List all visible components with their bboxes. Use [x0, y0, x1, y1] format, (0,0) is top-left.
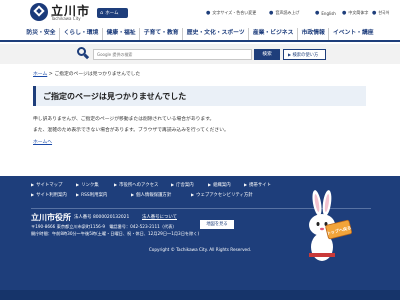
footer-link-label: 個人情報保護方針 — [136, 193, 172, 198]
footer-link-label: 携帯サイト — [249, 183, 272, 188]
nav-item-cityinfo[interactable]: 市政情報 — [298, 28, 330, 40]
error-message-2: また、混雑のため表示できない場合があります。ブラウザで再読み込みを行ってください… — [33, 128, 229, 133]
nav-item-health[interactable]: 健康・福祉 — [103, 28, 141, 40]
chevron-right-icon: ▶ — [31, 192, 35, 197]
chevron-right-icon: ▶ — [244, 182, 248, 187]
chevron-right-icon: ▶ — [76, 192, 80, 197]
footer-link-label: リンク集 — [81, 183, 99, 188]
bullet-icon: ● — [269, 10, 274, 16]
search-howto-button[interactable]: ▶ 検索の使い方 — [283, 49, 326, 60]
chevron-right-icon: ▶ — [131, 192, 135, 197]
footer-link-links[interactable]: ▶ リンク集 — [76, 182, 99, 188]
footer-link-usage[interactable]: ▶ サイト利用案内 — [31, 192, 67, 198]
header-link-label: 文字サイズ・色合い変更 — [212, 10, 257, 15]
global-nav: 防災・安全 くらし・環境 健康・福祉 子育て・教育 歴史・文化・スポーツ 産業・… — [0, 28, 400, 42]
search-howto-label: 検索の使い方 — [292, 53, 319, 58]
footer-link-label: サイトマップ — [36, 183, 63, 188]
city-emblem-icon[interactable] — [30, 3, 48, 21]
footer-link-accessibility[interactable]: ▶ ウェブアクセシビリティ方針 — [191, 192, 253, 198]
bullet-icon: ● — [372, 10, 377, 16]
chevron-right-icon: ▶ — [191, 192, 195, 197]
bullet-icon: ● — [206, 10, 211, 16]
mascot-back-to-top-icon[interactable]: トップへ戻る — [293, 189, 353, 267]
nav-item-childcare[interactable]: 子育て・教育 — [140, 28, 184, 40]
search-bar: 検索 ▶ 検索の使い方 — [0, 44, 400, 64]
breadcrumb-current: ご指定のページは見つかりませんでした — [54, 72, 141, 77]
error-message-1: 申し訳ありませんが、ご指定のページが移動または削除されている場合があります。 — [33, 117, 215, 122]
footer-link-label: 庁舎案内 — [176, 183, 194, 188]
footer-link-sitemap[interactable]: ▶ サイトマップ — [31, 182, 62, 188]
search-icon — [77, 47, 90, 60]
bullet-icon: ● — [342, 10, 347, 16]
site-footer: ▶ サイトマップ ▶ リンク集 ▶ 市役所へのアクセス ▶ 庁舎案内 ▶ 組織案内 ▶ 携帯… — [0, 176, 400, 290]
header-link-english[interactable]: ● English — [315, 10, 336, 16]
chevron-right-icon: ▶ — [31, 182, 35, 187]
footer-link-rss[interactable]: ▶ RSS利用案内 — [76, 192, 107, 198]
home-icon: ⌂ — [100, 10, 104, 16]
site-name-en: Tachikawa City — [51, 16, 81, 21]
footer-bottom-bar — [0, 290, 400, 300]
home-button-label: ホーム — [105, 11, 119, 16]
home-link[interactable]: ホームへ — [33, 138, 52, 145]
corporate-number: 法人番号 8000020132021 — [74, 215, 130, 220]
home-button[interactable]: ⌂ ホーム — [97, 8, 128, 18]
footer-link-privacy[interactable]: ▶ 個人情報保護方針 — [131, 192, 171, 198]
nav-item-safety[interactable]: 防災・安全 — [23, 28, 61, 40]
site-header: 立川市 Tachikawa City ⌂ ホーム ● 文字サイズ・色合い変更 ●… — [0, 0, 400, 26]
header-link-label: 中文简体字 — [348, 10, 369, 15]
chevron-right-icon: ▶ — [76, 182, 80, 187]
footer-link-organization[interactable]: ▶ 組織案内 — [208, 182, 231, 188]
nav-item-business[interactable]: 産業・ビジネス — [249, 28, 298, 40]
nav-item-culture[interactable]: 歴史・文化・スポーツ — [183, 28, 250, 40]
footer-link-label: サイト利用案内 — [36, 193, 67, 198]
header-link-label: 音声読み上げ — [275, 10, 300, 15]
copyright: Copyright © Tachikawa City. All Rights R… — [148, 247, 252, 252]
footer-link-label: ウェブアクセシビリティ方針 — [196, 193, 253, 198]
breadcrumb-home-link[interactable]: ホーム — [33, 72, 47, 77]
search-button[interactable]: 検索 — [254, 49, 280, 60]
chevron-right-icon: ▶ — [208, 182, 212, 187]
footer-link-access[interactable]: ▶ 市役所へのアクセス — [114, 182, 158, 188]
corporate-number-link[interactable]: 法人番号について — [142, 214, 177, 220]
header-link-voice[interactable]: ● 音声読み上げ — [269, 10, 299, 16]
nav-item-events[interactable]: イベント・講座 — [329, 28, 377, 40]
header-link-korean[interactable]: ● 한국어 — [372, 10, 389, 16]
footer-link-building[interactable]: ▶ 庁舎案内 — [171, 182, 194, 188]
chevron-right-icon: ▶ — [114, 182, 118, 187]
chevron-right-icon: ▶ — [288, 52, 292, 57]
office-name: 立川市役所 — [31, 213, 71, 222]
page-title: ご指定のページは見つかりませんでした — [43, 92, 187, 101]
header-link-text-size[interactable]: ● 文字サイズ・色合い変更 — [206, 10, 256, 16]
breadcrumb: ホーム > ご指定のページは見つかりませんでした — [33, 70, 140, 77]
nav-item-living[interactable]: くらし・環境 — [60, 28, 103, 40]
page-title-box: ご指定のページは見つかりませんでした — [33, 86, 366, 106]
footer-link-label: 市役所へのアクセス — [119, 183, 159, 188]
header-link-label: English — [321, 10, 336, 16]
footer-hours: 開庁時間：午前8時30分〜午後5時(土曜・日曜日、祝・休日、12月29日〜1月3… — [31, 231, 200, 236]
footer-link-label: 組織案内 — [213, 183, 231, 188]
bullet-icon: ● — [315, 10, 320, 16]
footer-address: 〒190-8666 東京都立川市泉町1156-9 電話番号：042-523-21… — [31, 224, 177, 229]
header-link-chinese[interactable]: ● 中文简体字 — [342, 10, 368, 16]
footer-link-label: RSS利用案内 — [81, 193, 108, 198]
breadcrumb-separator: > — [48, 72, 53, 77]
header-link-label: 한국어 — [378, 10, 390, 15]
map-button[interactable]: 地図を見る — [200, 220, 234, 229]
footer-link-mobile[interactable]: ▶ 携帯サイト — [244, 182, 271, 188]
search-input[interactable] — [93, 49, 252, 60]
chevron-right-icon: ▶ — [171, 182, 175, 187]
